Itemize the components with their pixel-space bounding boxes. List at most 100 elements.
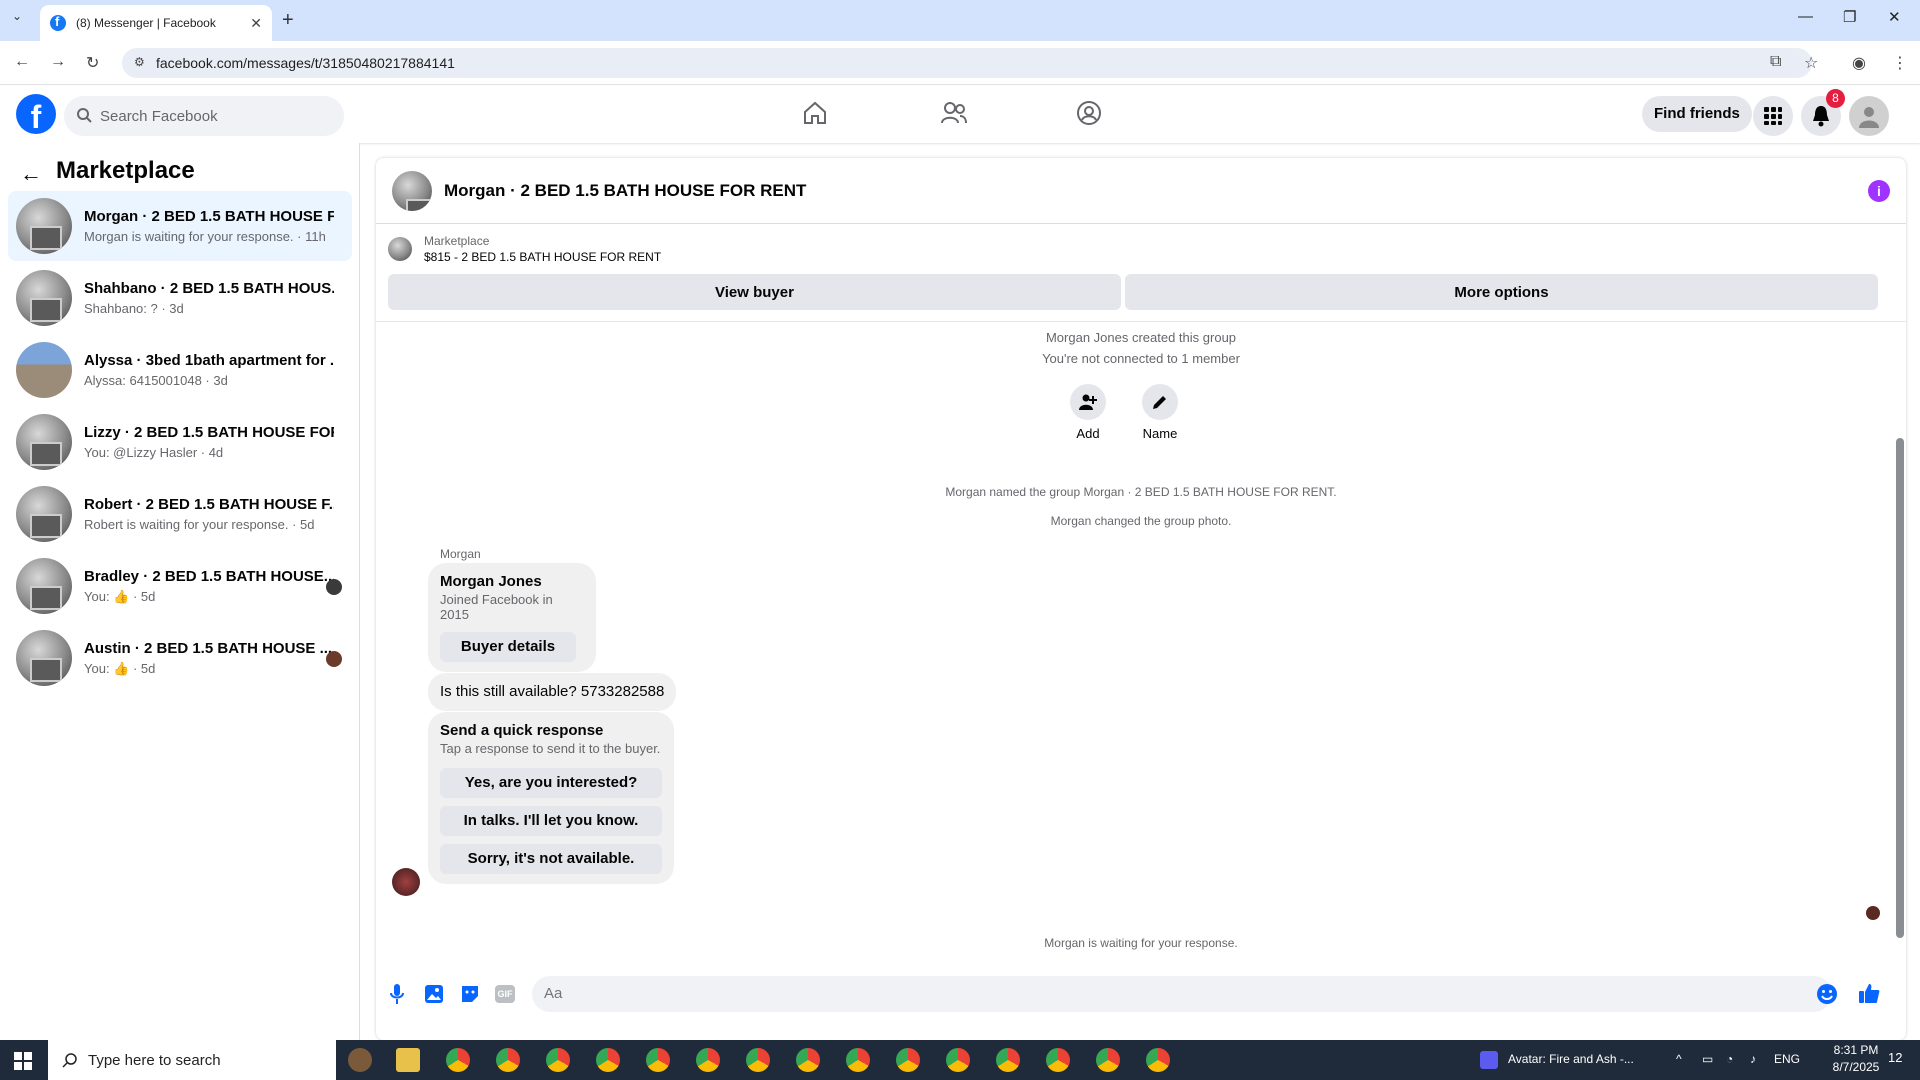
friends-icon[interactable] (940, 100, 968, 126)
clock-time: 8:31 PM (1833, 1043, 1879, 1057)
clock[interactable]: 8:31 PM 8/7/2025 (1826, 1043, 1886, 1074)
chrome-icon[interactable] (896, 1048, 920, 1072)
menu-grid-button[interactable] (1753, 96, 1793, 136)
chrome-icon[interactable] (796, 1048, 820, 1072)
chrome-icon[interactable] (746, 1048, 770, 1072)
scrollbar[interactable] (1896, 438, 1904, 938)
forward-icon[interactable]: → (50, 53, 66, 71)
close-window-icon[interactable]: ✕ (1888, 8, 1901, 26)
chrome-icon[interactable] (446, 1048, 470, 1072)
conversation-item[interactable]: Morgan · 2 BED 1.5 BATH HOUSE F... Morgan… (8, 191, 352, 261)
sticker-icon[interactable] (460, 984, 480, 1004)
chrome-icon[interactable] (596, 1048, 620, 1072)
find-friends-button[interactable]: Find friends (1642, 96, 1752, 132)
message-list: Morgan Jones created this group You're n… (376, 321, 1906, 951)
thumbs-up-icon[interactable] (1858, 982, 1880, 1004)
profile-card: Morgan Jones Joined Facebook in 2015 Buy… (428, 563, 596, 672)
chrome-icon[interactable] (646, 1048, 670, 1072)
listing-summary[interactable]: Marketplace $815 - 2 BED 1.5 BATH HOUSE … (388, 234, 661, 264)
system-message: You're not connected to 1 member (1042, 351, 1240, 366)
reload-icon[interactable]: ↻ (86, 53, 99, 73)
chrome-icon[interactable] (1096, 1048, 1120, 1072)
photo-icon[interactable] (424, 984, 444, 1004)
windows-start-icon[interactable] (14, 1052, 32, 1070)
taskbar-search-input[interactable]: Type here to search (48, 1040, 336, 1080)
message-input[interactable] (532, 976, 1832, 1012)
groups-icon[interactable] (1076, 100, 1102, 126)
media-title[interactable]: Avatar: Fire and Ash -... (1508, 1052, 1634, 1066)
buyer-details-button[interactable]: Buyer details (440, 632, 576, 662)
grid-icon (1764, 107, 1782, 125)
new-tab-icon[interactable]: + (282, 9, 294, 32)
chat-panel: Morgan · 2 BED 1.5 BATH HOUSE FOR RENT i… (376, 158, 1906, 1040)
wifi-icon[interactable]: ◔ (1726, 1052, 1733, 1066)
chat-header: Morgan · 2 BED 1.5 BATH HOUSE FOR RENT i (376, 158, 1906, 224)
conversation-name: Robert · 2 BED 1.5 BATH HOUSE F... (84, 496, 334, 513)
chat-title[interactable]: Morgan · 2 BED 1.5 BATH HOUSE FOR RENT (444, 181, 806, 201)
battery-icon[interactable]: ▭ (1702, 1052, 1713, 1066)
microphone-icon[interactable] (390, 984, 404, 1004)
quick-reply-not-available-button[interactable]: Sorry, it's not available. (440, 844, 662, 874)
conversation-item[interactable]: Alyssa · 3bed 1bath apartment for ... Aly… (8, 335, 352, 405)
url-bar[interactable]: ⚙ facebook.com/messages/t/31850480217884… (122, 48, 1812, 78)
quick-reply-in-talks-button[interactable]: In talks. I'll let you know. (440, 806, 662, 836)
file-explorer-icon[interactable] (396, 1048, 420, 1072)
close-tab-icon[interactable]: ✕ (250, 15, 262, 32)
tab-search-icon[interactable]: ⌄ (12, 9, 22, 23)
gif-icon[interactable]: GIF (495, 985, 515, 1003)
conversation-item[interactable]: Robert · 2 BED 1.5 BATH HOUSE F... Robert… (8, 479, 352, 549)
home-icon[interactable] (802, 100, 828, 126)
message-bubble[interactable]: Is this still available? 5733282588 (428, 673, 677, 711)
name-group-button[interactable]: Name (1130, 384, 1190, 441)
facebook-logo-icon[interactable]: f (16, 94, 56, 134)
notification-center-count[interactable]: 12 (1888, 1050, 1902, 1065)
conversation-item[interactable]: Austin · 2 BED 1.5 BATH HOUSE ... You: 👍 … (8, 623, 352, 693)
view-buyer-button[interactable]: View buyer (388, 274, 1121, 310)
chrome-icon[interactable] (946, 1048, 970, 1072)
browser-menu-icon[interactable]: ⋮ (1892, 53, 1908, 73)
install-app-icon[interactable]: ⧉ (1770, 53, 1781, 71)
conversation-item[interactable]: Bradley · 2 BED 1.5 BATH HOUSE... You: 👍 … (8, 551, 352, 621)
chrome-icon[interactable] (1146, 1048, 1170, 1072)
chrome-icon[interactable] (696, 1048, 720, 1072)
seen-avatar (1866, 906, 1880, 920)
search-input[interactable]: Search Facebook (64, 96, 344, 136)
conversation-preview: Alyssa: 6415001048 · 3d (84, 373, 228, 388)
site-info-icon[interactable]: ⚙ (134, 55, 145, 69)
browser-tab[interactable]: (8) Messenger | Facebook ✕ (40, 5, 272, 41)
language-indicator[interactable]: ENG (1774, 1052, 1800, 1066)
avatar (16, 558, 72, 614)
account-avatar[interactable] (1849, 96, 1889, 136)
browser-tabbar: ⌄ (8) Messenger | Facebook ✕ + — ❐ ✕ (0, 0, 1920, 41)
tray-chevron-icon[interactable]: ^ (1676, 1052, 1682, 1066)
bookmark-star-icon[interactable]: ☆ (1804, 53, 1818, 73)
conversation-item[interactable]: Lizzy · 2 BED 1.5 BATH HOUSE FOR... You: … (8, 407, 352, 477)
emoji-icon[interactable] (1816, 983, 1838, 1005)
minimize-icon[interactable]: — (1798, 8, 1813, 25)
chrome-icon[interactable] (846, 1048, 870, 1072)
volume-icon[interactable]: ♪ (1750, 1052, 1756, 1066)
conversation-preview: You: 👍 · 5d (84, 660, 156, 676)
back-arrow-icon[interactable]: ← (20, 161, 42, 187)
chrome-icon[interactable] (1046, 1048, 1070, 1072)
more-options-button[interactable]: More options (1125, 274, 1878, 310)
add-member-button[interactable]: Add (1058, 384, 1118, 441)
system-message: Morgan changed the group photo. (1050, 514, 1232, 528)
add-label: Add (1076, 426, 1100, 441)
media-play-icon[interactable] (1480, 1051, 1498, 1069)
restore-icon[interactable]: ❐ (1843, 8, 1856, 26)
info-icon[interactable]: i (1868, 180, 1890, 202)
chrome-icon[interactable] (546, 1048, 570, 1072)
quick-reply-yes-button[interactable]: Yes, are you interested? (440, 768, 662, 798)
chrome-icon[interactable] (496, 1048, 520, 1072)
conversation-name: Morgan · 2 BED 1.5 BATH HOUSE F... (84, 208, 334, 225)
sender-avatar[interactable] (392, 868, 420, 896)
conversation-item[interactable]: Shahbano · 2 BED 1.5 BATH HOUS... Shahban… (8, 263, 352, 333)
listing-avatar (388, 237, 412, 261)
back-icon[interactable]: ← (14, 53, 30, 71)
clock-date: 8/7/2025 (1832, 1060, 1880, 1074)
chrome-icon[interactable] (996, 1048, 1020, 1072)
group-avatar[interactable] (392, 170, 432, 211)
taskview-icon[interactable] (348, 1048, 372, 1072)
profile-icon[interactable]: ◉ (1852, 53, 1866, 73)
